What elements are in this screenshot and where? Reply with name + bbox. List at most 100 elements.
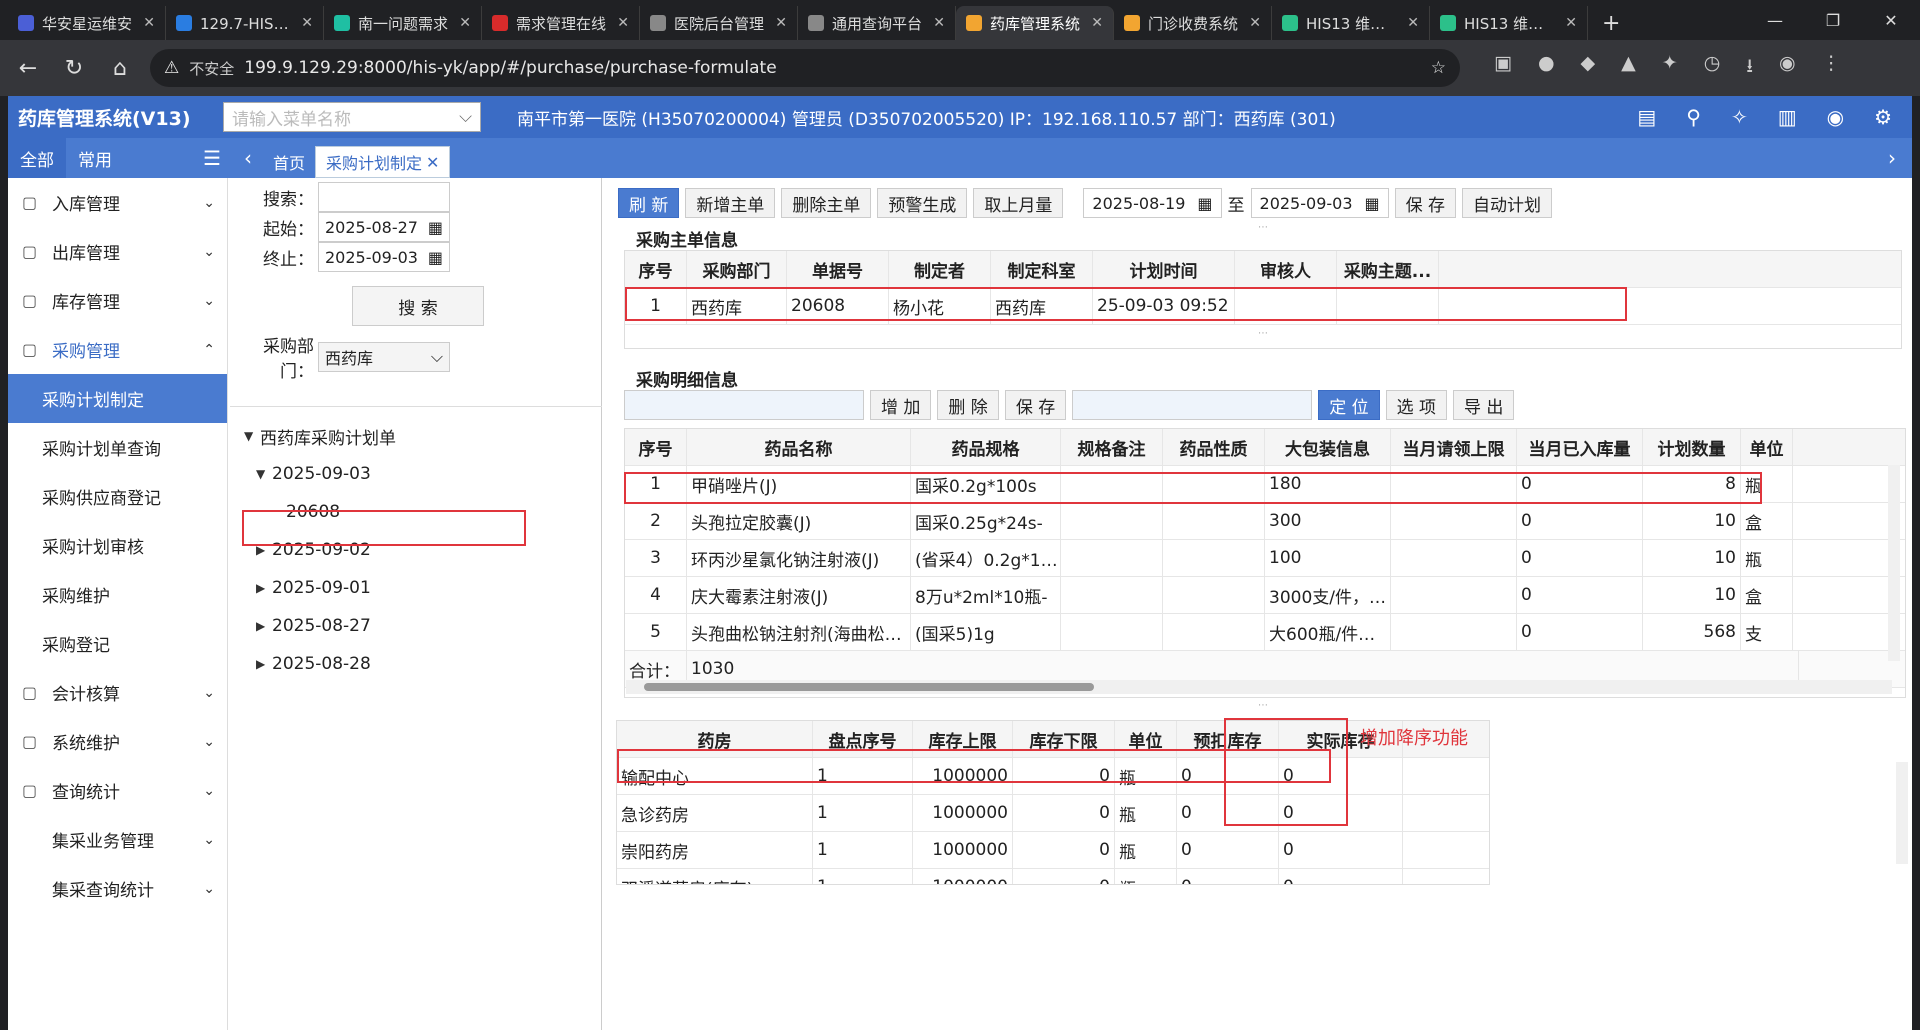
nav-prev-icon[interactable]: ‹ [233,146,263,170]
browser-tab[interactable]: HIS13 维护工 ✕ [1430,6,1588,40]
sidebar-item[interactable]: 集采查询统计 ⌄ [8,864,227,913]
sidebar-item[interactable]: ▢ 入库管理 ⌄ [8,178,227,227]
sidebar-subitem[interactable]: 采购供应商登记 [8,472,227,521]
browser-tab[interactable]: 华安星运维安 ✕ [8,6,166,40]
undefined-column-header[interactable]: 采购部门 [687,251,787,287]
sidebar-subitem[interactable]: 采购计划审核 [8,521,227,570]
profile-avatar-icon[interactable]: ◉ [1779,52,1796,84]
undefined-column-header[interactable]: 规格备注 [1061,429,1163,465]
undefined-column-header[interactable]: 计划时间 [1093,251,1235,287]
close-icon[interactable]: ✕ [1407,15,1419,31]
toolbar-button[interactable]: 删除主单 [781,188,872,218]
search-input[interactable] [318,182,450,212]
detail-action-button[interactable]: 选 项 [1385,390,1448,420]
undefined-column-header[interactable]: 当月请领上限 [1391,429,1517,465]
url-text[interactable]: 199.9.129.29:8000/his-yk/app/#/purchase/… [244,58,1420,78]
close-icon[interactable]: ✕ [301,15,313,31]
maximize-button[interactable]: ❐ [1804,0,1862,40]
close-icon[interactable]: ✕ [617,15,629,31]
toolbar-button[interactable]: 刷 新 [618,188,680,218]
browser-tab[interactable]: 需求管理在线 ✕ [482,6,640,40]
reader-icon[interactable]: ▣ [1494,52,1512,84]
close-icon[interactable]: ✕ [933,15,945,31]
undefined-row[interactable]: 5 头孢曲松钠注射剂(海曲松… (国采5)1g 大600瓶/件… 0 568 支 [625,614,1905,651]
close-icon[interactable]: ✕ [1091,15,1103,31]
undefined-column-header[interactable]: 单位 [1741,429,1793,465]
triangle-icon[interactable]: ▲ [1621,52,1636,84]
page-tab-current[interactable]: 采购计划制定 ✕ [315,146,451,178]
minimize-button[interactable]: — [1746,0,1804,40]
detail-vscrollbar[interactable] [1888,465,1900,661]
sidebar-subitem[interactable]: 采购登记 [8,619,227,668]
puzzle-icon[interactable]: ✦ [1662,52,1678,84]
browser-tab[interactable]: 通用查询平台 ✕ [798,6,956,40]
tab-all[interactable]: 全部 [8,138,66,178]
sidebar-subitem[interactable]: 采购计划单查询 [8,423,227,472]
end-date-input[interactable]: 2025-09-03 ▦ [318,242,450,272]
hscroll-thumb[interactable] [644,683,1094,691]
detail-filter-input[interactable] [624,390,864,420]
translate-icon[interactable]: ◆ [1581,52,1596,84]
undefined-column-header[interactable]: 序号 [625,429,687,465]
sidebar-item[interactable]: ▢ 采购管理 ⌃ [8,325,227,374]
undefined-column-header[interactable]: 审核人 [1235,251,1337,287]
close-icon[interactable]: ✕ [1249,15,1261,31]
browser-tab[interactable]: HIS13 维护工 ✕ [1272,6,1430,40]
undefined-column-header[interactable]: 制定科室 [991,251,1093,287]
menu-search-input[interactable]: 请输入菜单名称 ⌵ [223,102,481,132]
reload-icon[interactable]: ↻ [58,56,90,81]
close-icon[interactable]: ✕ [1565,15,1577,31]
tree-node[interactable]: ▼ 2025-09-03 [230,455,602,493]
tree-node[interactable]: ▶ 2025-08-27 [230,607,602,645]
browser-tab[interactable]: 医院后台管理 ✕ [640,6,798,40]
tools-icon[interactable]: ✧ [1731,105,1748,129]
sidebar-item[interactable]: 集采业务管理 ⌄ [8,815,227,864]
toolbar-button[interactable]: 新增主单 [685,188,776,218]
new-tab-button[interactable]: + [1588,6,1634,40]
start-date-input[interactable]: 2025-08-27 ▦ [318,212,450,242]
back-icon[interactable]: ← [12,56,44,81]
undefined-column-header[interactable]: 序号 [625,251,687,287]
sidebar-item[interactable]: ▢ 查询统计 ⌄ [8,766,227,815]
home-icon[interactable]: ⌂ [104,56,136,81]
auto-plan-button[interactable]: 自动计划 [1462,188,1553,218]
close-icon[interactable]: ✕ [775,15,787,31]
page-tab-home[interactable]: 首页 [263,146,316,178]
url-box[interactable]: ⚠ 不安全 199.9.129.29:8000/his-yk/app/#/pur… [150,49,1460,87]
sidebar-item[interactable]: ▢ 会计核算 ⌄ [8,668,227,717]
menu-toggle-icon[interactable]: ☰ [191,138,233,178]
tree-node[interactable]: ▶ 2025-08-28 [230,645,602,683]
date-to-input[interactable]: 2025-09-03 ▦ [1250,188,1389,218]
undefined-column-header[interactable]: 单据号 [787,251,889,287]
browser-tab[interactable]: 门诊收费系统 ✕ [1114,6,1272,40]
undefined-column-header[interactable]: 当月已入库量 [1517,429,1643,465]
detail-hscrollbar[interactable] [626,680,1892,694]
eye-icon[interactable]: ◉ [1827,105,1844,129]
undefined-column-header[interactable]: 药品名称 [687,429,911,465]
nav-next-icon[interactable]: › [1888,146,1912,170]
undefined-row[interactable]: 2 头孢拉定胶囊(J) 国采0.25g*24s- 300 0 10 盒 [625,503,1905,540]
locate-input[interactable] [1072,390,1313,420]
toolbar-button[interactable]: 预警生成 [877,188,968,218]
tab-common[interactable]: 常用 [66,138,124,178]
pin-icon[interactable]: ⚲ [1686,105,1701,129]
search-button[interactable]: 搜 索 [352,286,484,326]
extension-s-icon[interactable]: ● [1538,52,1555,84]
monitor-icon[interactable]: ▤ [1637,105,1656,129]
undefined-column-header[interactable]: 药品性质 [1163,429,1265,465]
history-icon[interactable]: ◷ [1704,52,1721,84]
detail-action-button[interactable]: 定 位 [1318,390,1380,420]
undefined-column-header[interactable]: 采购主题... [1337,251,1439,287]
sidebar-subitem[interactable]: 采购计划制定 [8,374,227,423]
gear-icon[interactable]: ⚙ [1874,105,1892,129]
browser-tab[interactable]: 南一问题需求 ✕ [324,6,482,40]
sidebar-item[interactable]: ▢ 出库管理 ⌄ [8,227,227,276]
star-icon[interactable]: ☆ [1431,58,1446,78]
stock-vscrollbar[interactable] [1896,762,1908,864]
close-icon[interactable]: ✕ [143,15,155,31]
undefined-row[interactable]: 崇阳药房 1 1000000 0 瓶 0 0 [617,832,1489,869]
tree-root[interactable]: ▼ 西药库采购计划单 [230,417,602,455]
save-button[interactable]: 保 存 [1394,188,1457,218]
dept-select[interactable]: 西药库 ⌵ [318,342,450,372]
undefined-column-header[interactable]: 计划数量 [1643,429,1741,465]
